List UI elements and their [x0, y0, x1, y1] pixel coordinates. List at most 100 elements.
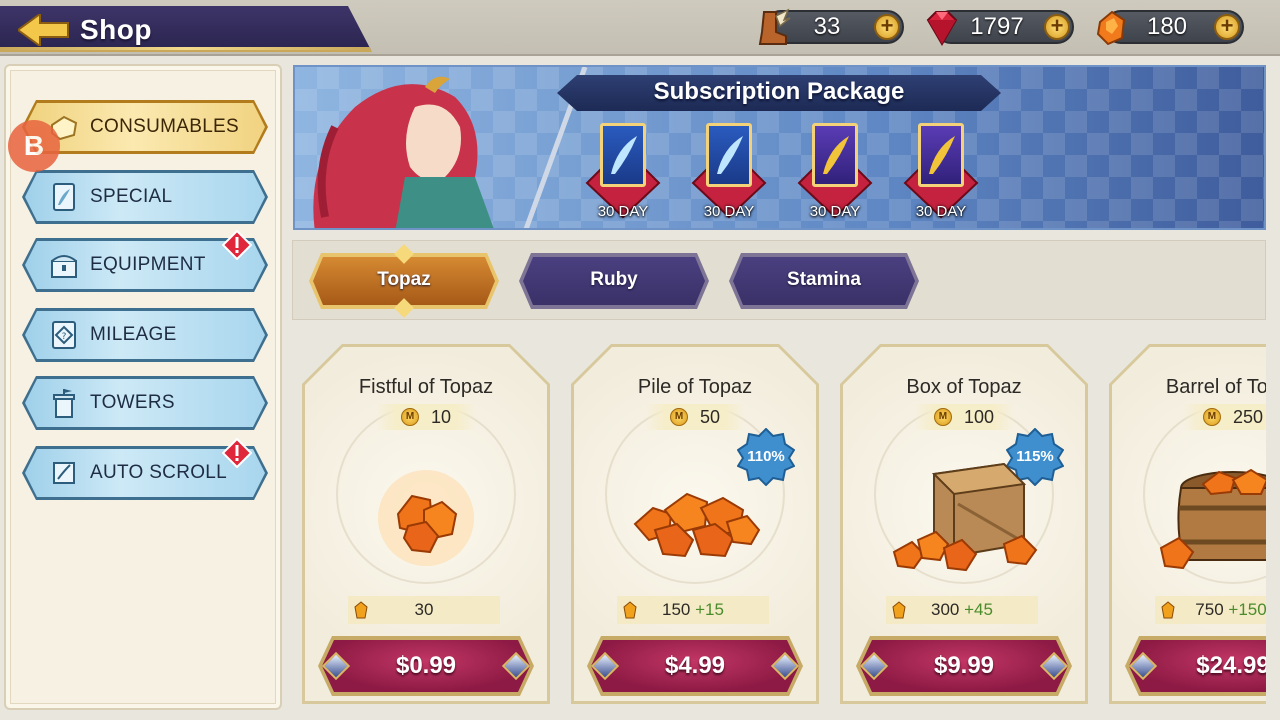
product-name: Box of Topaz: [906, 376, 1022, 398]
mileage-value: 10: [430, 406, 452, 427]
product-card[interactable]: Pile of Topaz M 50 110% 150 +15 $4.99: [571, 344, 819, 704]
topaz-amount: 750 +150: [1155, 596, 1266, 624]
package-duration: 30 DAY: [809, 203, 861, 220]
topaz-fistful-icon: [378, 470, 474, 566]
mileage-icon: ?: [52, 321, 76, 349]
topaz-pile-icon: [633, 492, 761, 558]
top-bar: Shop 33 + 1797 + 180 +: [0, 0, 1280, 56]
buy-button[interactable]: $4.99: [587, 636, 803, 696]
price-label: $4.99: [664, 652, 726, 679]
title-plate: Shop: [0, 6, 372, 52]
mileage-value: 50: [699, 406, 721, 427]
mileage-coin-icon: M: [933, 408, 952, 426]
product-card[interactable]: Box of Topaz M 100 115% 300 +45 $9.99: [840, 344, 1088, 704]
subscription-banner[interactable]: Subscription Package 30 DAY 30 DAY 30 DA…: [293, 65, 1266, 230]
banner-title: Subscription Package: [653, 78, 905, 105]
mileage-value: 250: [1232, 406, 1264, 427]
topaz-box-icon: [892, 462, 1038, 572]
amount-base: 150: [662, 600, 691, 619]
amount-text: 150 +15: [617, 600, 769, 620]
topaz-counter: 180 +: [1096, 10, 1244, 46]
golden-wing-icon: [823, 136, 849, 174]
amount-base: 30: [414, 600, 434, 619]
card-frame: [918, 123, 964, 187]
ruby-counter: 1797 +: [926, 10, 1074, 46]
tab-label: Stamina: [787, 269, 861, 290]
mileage-coin-icon: M: [400, 408, 419, 426]
product-name: Barrel of Topaz: [1165, 376, 1266, 398]
topaz-barrel-icon: [1159, 468, 1266, 570]
sidebar-item-label: SPECIAL: [90, 186, 173, 207]
chest-icon: [51, 255, 77, 278]
amount-base: 750: [1195, 600, 1224, 619]
alert-icon: [222, 438, 252, 468]
ruby-icon: [926, 11, 958, 46]
feather-icon: [717, 136, 743, 174]
price-label: $9.99: [933, 652, 995, 679]
topaz-icon: [1161, 601, 1175, 619]
product-card[interactable]: Barrel of Topaz M 250 750 +150 $24.99: [1109, 344, 1266, 704]
package-card[interactable]: 30 DAY: [787, 119, 883, 227]
topaz-icon: [1096, 10, 1126, 46]
topaz-icon: [354, 601, 368, 619]
price-label: $24.99: [1196, 652, 1266, 679]
sidebar-item-label: EQUIPMENT: [90, 254, 206, 275]
package-duration: 30 DAY: [597, 203, 649, 220]
mileage-coin-icon: M: [1202, 408, 1221, 426]
buy-button[interactable]: $0.99: [318, 636, 534, 696]
amount-text: 300 +45: [886, 600, 1038, 620]
sidebar-item-auto-scroll[interactable]: AUTO SCROLL: [22, 438, 268, 500]
winged-boot-icon: [758, 8, 791, 45]
mileage-value: 100: [963, 406, 995, 427]
sidebar-item-label: TOWERS: [90, 392, 175, 413]
feather-icon: [611, 136, 637, 174]
package-card[interactable]: 30 DAY: [575, 119, 671, 227]
sidebar-item-equipment[interactable]: EQUIPMENT: [22, 230, 268, 292]
page-title: Shop: [80, 14, 152, 45]
buy-button[interactable]: $24.99: [1125, 636, 1266, 696]
golden-wing-icon: [929, 136, 955, 174]
amount-bonus: +15: [695, 600, 724, 619]
add-topaz-button[interactable]: +: [1214, 14, 1240, 40]
product-name: Pile of Topaz: [637, 376, 753, 398]
sidebar-item-label: AUTO SCROLL: [90, 462, 228, 483]
price-label: $0.99: [395, 652, 457, 679]
package-card[interactable]: 30 DAY: [893, 119, 989, 227]
product-name: Fistful of Topaz: [358, 376, 494, 398]
back-arrow-icon: [16, 12, 69, 48]
package-duration: 30 DAY: [703, 203, 755, 220]
package-duration: 30 DAY: [915, 203, 967, 220]
stamina-counter: 33 +: [758, 8, 904, 45]
mileage-reward: M 100: [914, 404, 1014, 430]
add-stamina-button[interactable]: +: [874, 14, 900, 40]
product-card[interactable]: Fistful of Topaz M 10 30 $0.99: [302, 344, 550, 704]
tab-label: Ruby: [590, 269, 638, 290]
sidebar-item-label: MILEAGE: [90, 324, 177, 345]
sidebar-item-special[interactable]: SPECIAL: [22, 170, 268, 224]
back-button[interactable]: [16, 12, 70, 48]
tower-icon: [53, 389, 75, 418]
currency-tab-bar: Topaz Ruby Stamina: [292, 240, 1266, 320]
tab-label: Topaz: [377, 269, 431, 290]
card-frame: [600, 123, 646, 187]
amount-bonus: +150: [1228, 600, 1266, 619]
tab-ruby[interactable]: Ruby: [519, 253, 709, 309]
topaz-amount: 30: [348, 596, 500, 624]
sidebar-item-mileage[interactable]: ? MILEAGE: [22, 308, 268, 362]
alert-icon: [222, 230, 252, 260]
amount-text: 30: [348, 600, 500, 620]
add-ruby-button[interactable]: +: [1044, 14, 1070, 40]
buy-button[interactable]: $9.99: [856, 636, 1072, 696]
overlay-b-badge[interactable]: B: [8, 120, 60, 172]
topaz-icon: [892, 601, 906, 619]
amount-base: 300: [931, 600, 960, 619]
mileage-reward: M 250: [1183, 404, 1266, 430]
heroine-illustration: [313, 67, 588, 228]
package-card[interactable]: 30 DAY: [681, 119, 777, 227]
sidebar-item-towers[interactable]: TOWERS: [22, 376, 268, 430]
tab-topaz[interactable]: Topaz: [309, 244, 499, 318]
tab-stamina[interactable]: Stamina: [729, 253, 919, 309]
card-frame: [812, 123, 858, 187]
product-shelf: Fistful of Topaz M 10 30 $0.99 Pile of T…: [292, 330, 1266, 714]
svg-text:?: ?: [62, 332, 67, 342]
